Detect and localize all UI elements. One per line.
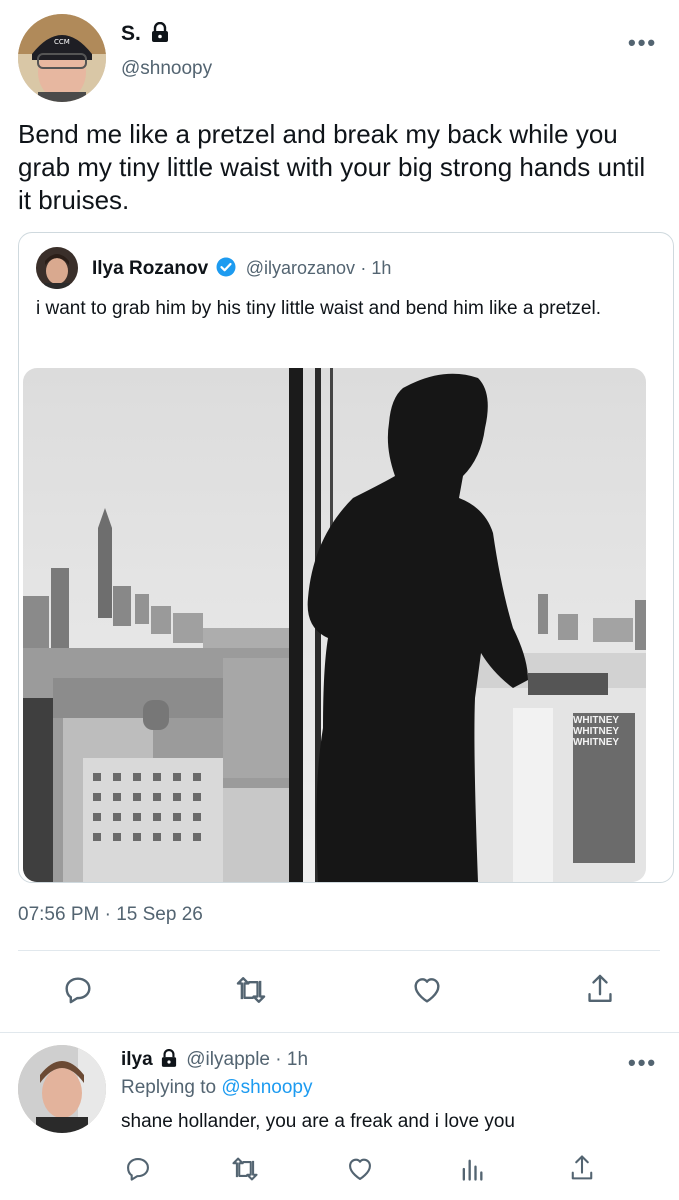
quoted-photo[interactable] [23,368,646,882]
svg-text:CCM: CCM [54,38,70,46]
reply-author-avatar[interactable] [18,1045,106,1133]
reply-time: · 1h [275,1049,309,1070]
reply-text: shane hollander, you are a freak and i l… [121,1111,515,1132]
author-handle[interactable]: @shnoopy [121,58,212,80]
share-icon[interactable] [568,1153,596,1183]
reply-author-name[interactable]: ilya [121,1049,153,1070]
photo-sign-line: WHITNEY [572,715,620,726]
reply-more-options-icon[interactable]: ••• [628,1050,657,1076]
quoted-tweet-text: i want to grab him by his tiny little wa… [36,298,601,319]
reply-icon[interactable] [124,1155,152,1183]
lock-icon [161,1048,177,1073]
author-avatar[interactable]: CCM [18,14,106,102]
tweet-text: Bend me like a pretzel and break my back… [18,119,646,215]
divider [0,1032,679,1033]
replying-to-label: Replying to [121,1077,217,1098]
retweet-icon[interactable] [234,974,268,1006]
photo-sign-line: WHITNEY [572,737,620,748]
tweet-timestamp[interactable]: 07:56 PM · 15 Sep 26 [18,904,203,926]
photo-sign: WHITNEY WHITNEY WHITNEY [556,715,636,748]
author-name[interactable]: S. [121,22,141,45]
reply-author-handle[interactable]: @ilyapple [186,1049,270,1070]
like-icon[interactable] [410,974,444,1006]
replying-to-handle-link[interactable]: @shnoopy [221,1077,312,1098]
analytics-icon[interactable] [458,1155,486,1183]
more-options-icon[interactable]: ••• [628,30,657,56]
like-icon[interactable] [345,1155,375,1183]
quoted-author-handle: @ilyarozanov [245,258,356,278]
verified-badge-icon [216,257,236,283]
divider [18,950,660,951]
quoted-author-avatar [36,247,78,289]
reply-icon[interactable] [62,974,94,1006]
retweet-icon[interactable] [230,1155,260,1183]
share-icon[interactable] [584,972,616,1006]
photo-sign-line: WHITNEY [572,726,620,737]
lock-icon [151,21,169,47]
quoted-time: · 1h [360,258,392,278]
quoted-author-name: Ilya Rozanov [92,258,209,279]
